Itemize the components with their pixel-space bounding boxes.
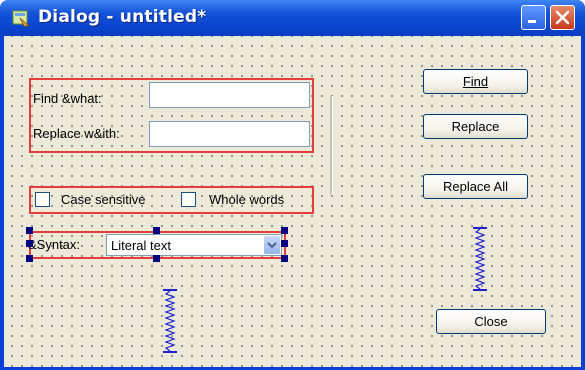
whole-words-checkbox[interactable] <box>181 192 196 207</box>
replace-all-button-label: Replace All <box>442 179 509 194</box>
vertical-spacer-icon[interactable] <box>465 227 495 291</box>
selection-handle[interactable] <box>26 227 33 234</box>
replace-button-label: Replace <box>451 119 500 134</box>
vertical-divider[interactable] <box>330 96 333 194</box>
whole-words-text: Whole words <box>209 192 285 207</box>
close-window-button[interactable] <box>550 5 575 30</box>
selection-handle[interactable] <box>26 240 33 247</box>
selection-handle[interactable] <box>26 255 33 262</box>
minimize-icon <box>528 20 536 23</box>
find-button-label: Find <box>462 74 489 89</box>
dialog-window: Dialog - untitled* Find &what: Replace w… <box>0 0 585 370</box>
window-title: Dialog - untitled* <box>38 7 207 27</box>
case-sensitive-text: Case sensitive <box>61 192 146 207</box>
close-button-label: Close <box>474 314 508 329</box>
syntax-combobox[interactable]: Literal text <box>106 234 282 256</box>
minimize-button[interactable] <box>521 5 546 30</box>
replace-all-button[interactable]: Replace All <box>423 174 528 199</box>
dialog-app-icon <box>12 10 30 27</box>
selection-handle[interactable] <box>153 227 160 234</box>
find-input[interactable] <box>149 82 310 108</box>
close-button[interactable]: Close <box>436 309 546 334</box>
replace-label: Replace w&ith: <box>33 126 120 141</box>
case-sensitive-checkbox[interactable] <box>35 192 50 207</box>
selection-handle[interactable] <box>281 255 288 262</box>
title-bar[interactable]: Dialog - untitled* <box>0 0 585 36</box>
selection-handle[interactable] <box>153 255 160 262</box>
chevron-down-icon <box>267 242 277 249</box>
case-sensitive-label[interactable]: Case sensitive <box>61 192 146 207</box>
selection-handle[interactable] <box>281 240 288 247</box>
find-label: Find &what: <box>33 91 102 106</box>
selection-handle[interactable] <box>281 227 288 234</box>
syntax-dropdown-button[interactable] <box>264 236 280 254</box>
form-canvas[interactable]: Find &what: Replace w&ith: Case sensitiv… <box>4 36 581 367</box>
close-icon <box>555 10 570 25</box>
syntax-selected-value: Literal text <box>111 238 171 253</box>
replace-button[interactable]: Replace <box>423 114 528 139</box>
find-button[interactable]: Find <box>423 69 528 94</box>
replace-input[interactable] <box>149 121 310 147</box>
syntax-label: &Syntax: <box>28 237 81 252</box>
vertical-spacer-icon[interactable] <box>155 289 185 353</box>
whole-words-label[interactable]: Whole words <box>209 192 284 207</box>
